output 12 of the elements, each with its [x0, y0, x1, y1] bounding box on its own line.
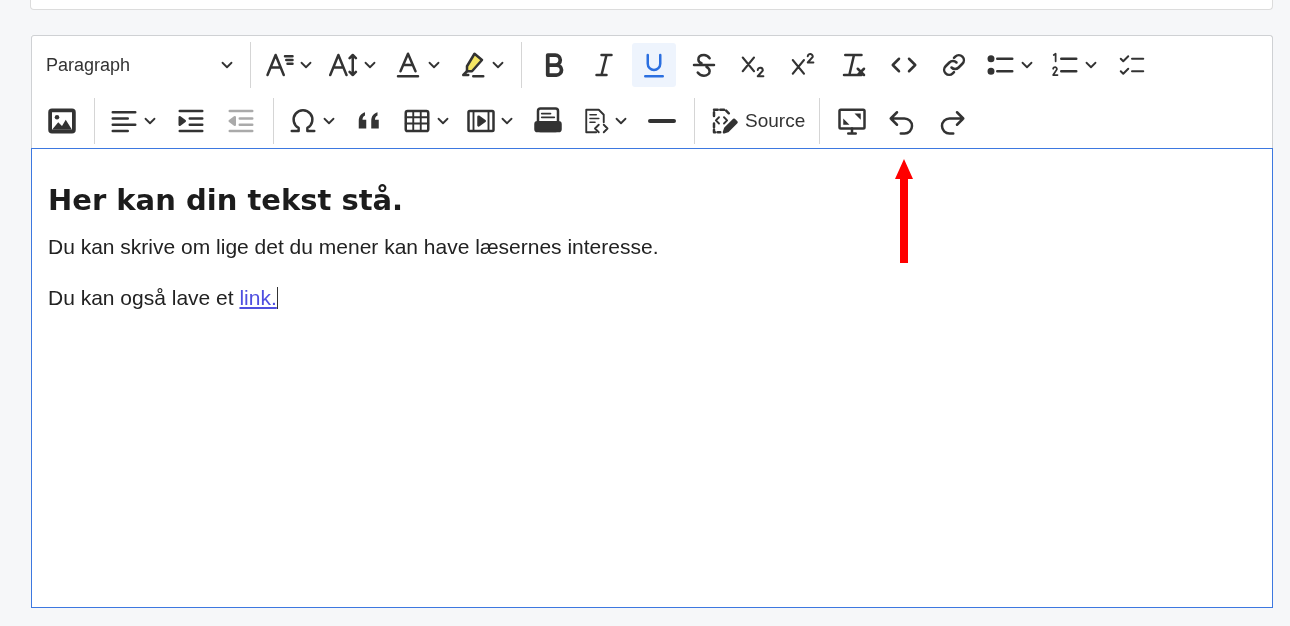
underline-button[interactable]: [632, 43, 676, 87]
link[interactable]: link.: [239, 286, 277, 309]
paragraph-text: Du kan skrive om lige det du mener kan have læsernes interesse.: [48, 235, 659, 258]
heading-text: Her kan din tekst stå.: [48, 183, 405, 217]
monitor-icon: [837, 106, 868, 136]
paragraph-text: Du kan også lave et: [48, 286, 235, 309]
horizontal-line-icon: [648, 119, 676, 123]
text-cursor: [276, 287, 278, 309]
heading-dropdown[interactable]: Paragraph: [40, 43, 240, 87]
image-icon: [47, 106, 77, 136]
source-button[interactable]: Source: [705, 99, 810, 143]
editing-area[interactable]: Her kan din tekst stå. Du kan skrive om lige det du mener kan have læsernes interesse. Du kan også lave et link.: [31, 148, 1273, 608]
